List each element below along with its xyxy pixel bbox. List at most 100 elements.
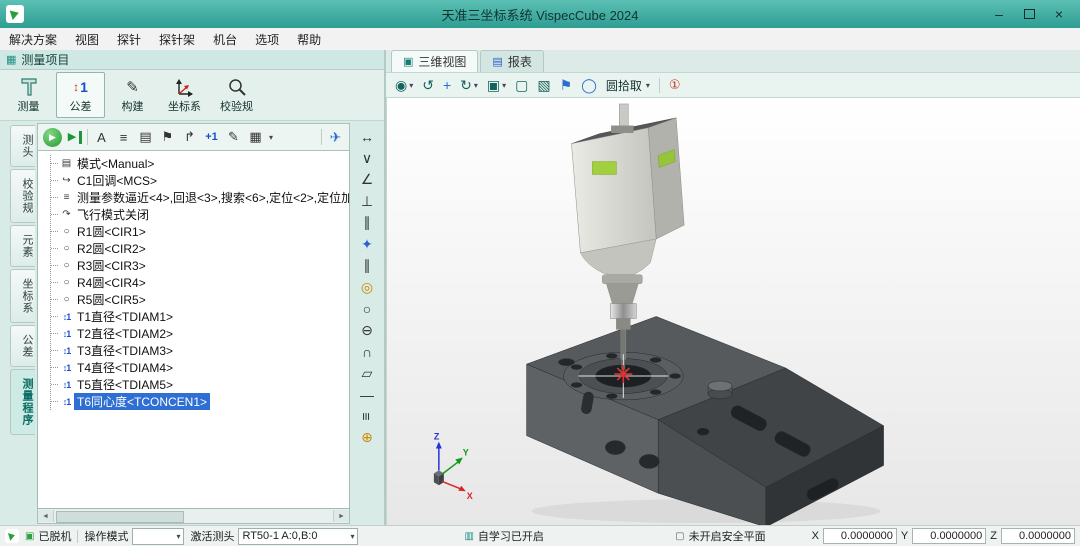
tree-item-recall[interactable]: ↪C1回调<MCS>	[51, 172, 349, 189]
tree-item-mode[interactable]: ▤模式<Manual>	[51, 155, 349, 172]
side-tab-program[interactable]: 测量程序	[10, 369, 35, 435]
mode-icon: ▤	[59, 158, 74, 169]
parallelism-alt-icon[interactable]: ∥	[356, 256, 378, 275]
stop-icon: ①	[669, 77, 681, 93]
step-program-button[interactable]: ▶	[67, 131, 82, 144]
ribbon-tab-measure[interactable]: 测量	[4, 72, 53, 118]
title-bar: 天准三坐标系统 VispecCube 2024 – ×	[0, 0, 1080, 28]
concentricity-icon[interactable]: ◎	[356, 278, 378, 297]
sheet-button[interactable]: ▤	[137, 127, 154, 147]
side-tab-gauge[interactable]: 校验规	[10, 169, 35, 223]
active-probe-select[interactable]: RT50-1 A:0,B:0 ▾	[238, 528, 358, 545]
circle-icon: ○	[59, 243, 74, 254]
chevron-down-icon[interactable]: ▾	[269, 133, 273, 142]
updown-arrow-icon: ↕	[73, 80, 79, 94]
straightness-icon[interactable]: —	[356, 385, 378, 404]
tree-item-tconcen1[interactable]: ↕1T6同心度<TCONCEN1>	[51, 393, 349, 410]
pan-button[interactable]: +	[443, 77, 451, 93]
run-program-button[interactable]: ▶	[43, 128, 62, 147]
panel-header: ▦ 测量项目	[0, 50, 384, 70]
scrollbar-thumb[interactable]	[56, 511, 184, 523]
menu-item-probe[interactable]: 探针	[108, 28, 150, 51]
orbit-button[interactable]: ↺	[422, 77, 434, 94]
stop-button[interactable]: ①	[669, 77, 681, 93]
tab-report[interactable]: ▤ 报表	[480, 50, 543, 72]
3d-viewport[interactable]: Z Y X	[386, 98, 1080, 526]
tree-item-cir2[interactable]: ○R2圆<CIR2>	[51, 240, 349, 257]
parallelism-icon[interactable]: ∥	[356, 213, 378, 232]
perpendicularity-icon[interactable]: ⊥	[356, 192, 378, 211]
profile-icon[interactable]: ∩	[356, 342, 378, 361]
maximize-button[interactable]	[1014, 2, 1044, 26]
menu-item-probe-rack[interactable]: 探针架	[150, 28, 204, 51]
annotate-button[interactable]: A	[93, 127, 110, 147]
side-tab-coordinate[interactable]: 坐标系	[10, 269, 35, 323]
view-cube-button[interactable]: ▣ ▾	[487, 77, 506, 94]
position-star-icon[interactable]: ✦	[356, 235, 378, 254]
minimize-button[interactable]: –	[984, 2, 1014, 26]
cylindricity-icon[interactable]: ⊖	[356, 321, 378, 340]
ribbon-tab-coordinate[interactable]: 坐标系	[160, 72, 209, 118]
flag-button[interactable]: ⚑	[159, 127, 176, 147]
menu-item-help[interactable]: 帮助	[288, 28, 330, 51]
distance-icon[interactable]: ↔	[356, 127, 378, 146]
tree-item-cir3[interactable]: ○R3圆<CIR3>	[51, 257, 349, 274]
diameter-icon: ↕1	[59, 312, 74, 322]
side-tab-probe[interactable]: 测头	[10, 125, 35, 167]
flag-button[interactable]: ⚑	[560, 77, 573, 94]
symmetry-icon[interactable]: ≡	[358, 405, 377, 427]
scrollbar-track[interactable]	[54, 510, 333, 522]
circularity-icon[interactable]: ○	[356, 299, 378, 318]
tree-horizontal-scrollbar[interactable]: ◄ ►	[37, 509, 350, 524]
menu-item-machine[interactable]: 机台	[204, 28, 246, 51]
tree-item-tdiam3[interactable]: ↕1T3直径<TDIAM3>	[51, 342, 349, 359]
tree-item-flymode[interactable]: ↷飞行模式关闭	[51, 206, 349, 223]
close-button[interactable]: ×	[1044, 2, 1074, 26]
view-orientation-button[interactable]: ◉ ▾	[395, 77, 413, 94]
angle-icon[interactable]: ∠	[356, 170, 378, 189]
tree-item-cir1[interactable]: ○R1圆<CIR1>	[51, 223, 349, 240]
scroll-right-button[interactable]: ►	[333, 510, 349, 522]
ribbon-tab-gauge[interactable]: 校验规	[212, 72, 261, 118]
draw-button[interactable]: ✎	[225, 127, 242, 147]
tree-item-cir4[interactable]: ○R4圆<CIR4>	[51, 274, 349, 291]
ribbon-tab-construct[interactable]: ✎ 构建	[108, 72, 157, 118]
tab-3d-view[interactable]: ▣ 三维视图	[391, 50, 478, 72]
fly-mode-button[interactable]: ✈	[327, 127, 344, 147]
scroll-left-button[interactable]: ◄	[38, 510, 54, 522]
ribbon-tab-tolerance[interactable]: ↕ 1 公差	[56, 72, 105, 118]
display-settings-button[interactable]: ▧	[537, 77, 550, 94]
parameters-button[interactable]: ≡	[115, 127, 132, 147]
view-tab-bar: ▣ 三维视图 ▤ 报表	[386, 50, 1080, 73]
menu-item-solution[interactable]: 解决方案	[0, 28, 66, 51]
grid-button[interactable]: ▦	[247, 127, 264, 147]
side-tab-element[interactable]: 元素	[10, 225, 35, 267]
diameter-icon: ↕1	[59, 363, 74, 373]
concentricity-item-icon: ↕1	[59, 397, 74, 407]
menu-item-options[interactable]: 选项	[246, 28, 288, 51]
tree-item-cir5[interactable]: ○R5圆<CIR5>	[51, 291, 349, 308]
operation-mode-select[interactable]: ▾	[132, 528, 184, 545]
report-icon: ▤	[492, 55, 502, 68]
path-button[interactable]: ↱	[181, 127, 198, 147]
side-tab-tolerance[interactable]: 公差	[10, 325, 35, 367]
circle-icon: ○	[59, 277, 74, 288]
tree-item-tdiam5[interactable]: ↕1T5直径<TDIAM5>	[51, 376, 349, 393]
menu-bar: 解决方案 视图 探针 探针架 机台 选项 帮助	[0, 28, 1080, 51]
pick-mode-dropdown[interactable]: 圆拾取 ▾	[606, 77, 650, 94]
fly-icon: ↷	[59, 209, 74, 220]
tree-item-tdiam4[interactable]: ↕1T4直径<TDIAM4>	[51, 359, 349, 376]
position-icon[interactable]: ⊕	[356, 428, 378, 447]
active-probe-label: 激活测头	[190, 528, 234, 544]
rotate-button[interactable]: ↻ ▾	[460, 77, 478, 94]
flatness-icon[interactable]: ▱	[356, 364, 378, 383]
angle-vertex-icon[interactable]: ∨	[356, 149, 378, 168]
panel-body: 测头 校验规 元素 坐标系 公差 测量程序 ▶ ▶ A ≡ ▤	[0, 121, 384, 526]
circle-pick-button[interactable]: ◯	[581, 77, 597, 94]
select-box-button[interactable]: ▢	[515, 77, 528, 94]
tree-item-params[interactable]: ≡测量参数逼近<4>,回退<3>,搜索<6>,定位<2>,定位加<2>,测	[51, 189, 349, 206]
menu-item-view[interactable]: 视图	[66, 28, 108, 51]
tree-item-tdiam1[interactable]: ↕1T1直径<TDIAM1>	[51, 308, 349, 325]
tree-item-tdiam2[interactable]: ↕1T2直径<TDIAM2>	[51, 325, 349, 342]
add-tolerance-button[interactable]: +1	[203, 127, 220, 147]
